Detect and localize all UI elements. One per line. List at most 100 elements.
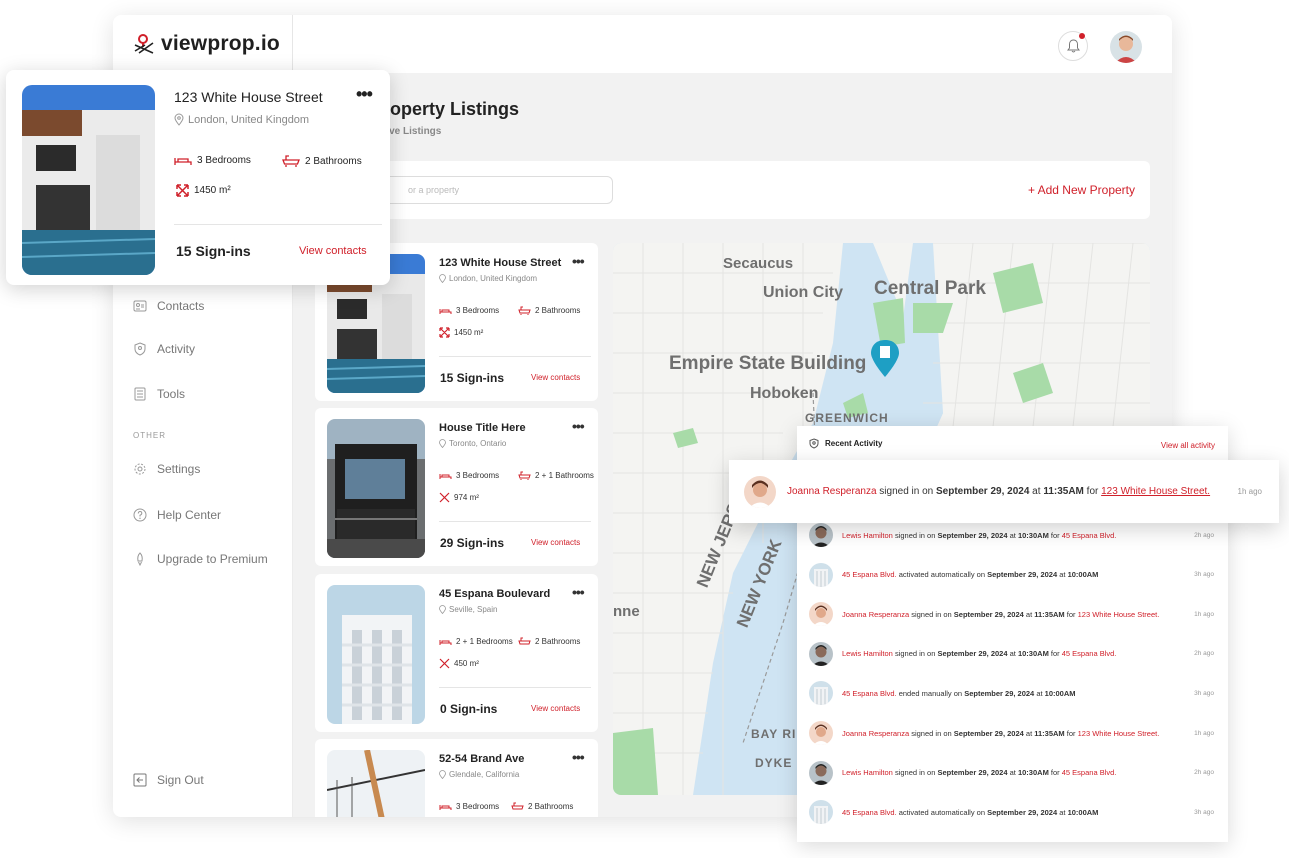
activity-row[interactable]: Lewis Hamilton signed in on September 29… [809,640,1214,668]
activity-lead-link[interactable]: Lewis Hamilton [842,531,893,540]
map-label: Central Park [874,278,986,299]
activity-row[interactable]: Joanna Resperanza signed in on September… [809,719,1214,747]
bathtub-icon [518,637,531,645]
map-label: Hoboken [750,385,819,402]
property-link[interactable]: 45 Espana Blvd. [1062,768,1117,777]
divider [439,356,591,357]
activity-lead-link[interactable]: 45 Espana Blvd. [842,808,897,817]
divider [439,521,591,522]
activity-lead-link[interactable]: Lewis Hamilton [842,649,893,658]
activity-row[interactable]: Joanna Resperanza signed in on September… [809,600,1214,628]
user-link[interactable]: Joanna Resperanza [787,486,877,497]
activity-lead-link[interactable]: Joanna Resperanza [842,729,909,738]
listing-title: House Title Here [439,422,526,434]
sidebar-item-label: Help Center [157,508,222,522]
activity-row[interactable]: 45 Espana Blvd. activated automatically … [809,561,1214,589]
bedrooms: 3 Bedrooms [439,802,499,811]
sidebar-item-upgrade[interactable]: Upgrade to Premium [133,552,268,566]
bathrooms: 2 Bathrooms [511,802,573,811]
more-options-icon[interactable]: ••• [572,253,585,269]
area: 974 m² [439,492,479,503]
logo[interactable]: viewprop.io [113,15,293,73]
property-link[interactable]: 123 White House Street. [1078,610,1160,619]
location-pin-icon [439,439,446,448]
more-options-icon[interactable]: ••• [356,84,373,105]
map-label: Empire State Building [669,353,867,374]
area-icon [439,327,450,338]
notification-dot [1079,33,1085,39]
sidebar-item-contacts[interactable]: Contacts [133,299,204,313]
location-pin-icon [439,605,446,614]
location-pin-icon [174,113,184,126]
map-pin-icon[interactable] [871,340,899,377]
add-property-button[interactable]: + Add New Property [1028,183,1135,197]
bathrooms: 2 Bathrooms [282,155,362,167]
view-contacts-link[interactable]: View contacts [531,373,580,382]
area-icon [439,492,450,503]
property-link[interactable]: 123 White House Street. [1078,729,1160,738]
listing-card[interactable]: 52-54 Brand Ave ••• Glendale, California… [315,739,598,817]
area-icon [176,184,189,197]
rocket-icon [137,552,143,566]
bathtub-icon [518,471,531,480]
bathtub-icon [282,155,300,167]
featured-property-card[interactable]: 123 White House Street ••• London, Unite… [6,70,390,285]
sidebar-item-activity[interactable]: Activity [133,342,195,356]
activity-row[interactable]: 45 Espana Blvd. activated automatically … [809,798,1214,826]
view-contacts-link[interactable]: View contacts [531,538,580,547]
shield-icon [809,438,819,449]
listing-location: Toronto, Ontario [439,439,506,448]
activity-row[interactable]: Lewis Hamilton signed in on September 29… [809,521,1214,549]
area: 1450 m² [439,327,483,338]
listing-card[interactable]: House Title Here ••• Toronto, Ontario 3 … [315,408,598,566]
bathrooms: 2 + 1 Bathrooms [518,471,594,480]
more-options-icon[interactable]: ••• [572,749,585,765]
activity-lead-link[interactable]: Lewis Hamilton [842,768,893,777]
toolbar: or a property + Add New Property [315,161,1150,219]
featured-title: 123 White House Street [174,89,323,105]
avatar [809,523,833,547]
listing-location: Glendale, California [439,770,519,779]
sign-out-icon [133,773,147,787]
view-contacts-link[interactable]: View contacts [299,245,367,257]
view-all-activity-link[interactable]: View all activity [1161,441,1215,450]
search-input[interactable]: or a property [355,176,613,204]
map-label: GREENWICH [805,411,889,425]
user-avatar[interactable] [1110,31,1142,63]
sidebar-item-label: Settings [157,462,201,476]
sidebar-item-help-center[interactable]: Help Center [133,508,221,522]
bedrooms: 3 Bedrooms [439,306,499,315]
activity-lead-link[interactable]: 45 Espana Blvd. [842,570,897,579]
more-options-icon[interactable]: ••• [572,418,585,434]
signins-count: 15 Sign-ins [440,371,505,385]
more-options-icon[interactable]: ••• [572,584,585,600]
property-link[interactable]: 45 Espana Blvd. [1062,531,1117,540]
activity-text: Joanna Resperanza signed in on September… [842,609,1160,619]
sidebar-item-settings[interactable]: Settings [133,462,200,476]
sign-out-label: Sign Out [157,773,204,787]
activity-text: Joanna Resperanza signed in on September… [842,728,1160,738]
avatar [809,681,833,706]
area: 1450 m² [176,184,231,197]
bed-icon [439,473,452,479]
avatar [809,721,833,745]
property-photo [327,585,425,724]
activity-row[interactable]: Lewis Hamilton signed in on September 29… [809,759,1214,787]
activity-text: Joanna Resperanza signed in on September… [787,486,1211,497]
property-link[interactable]: 123 White House Street. [1101,486,1210,497]
avatar [809,602,833,627]
activity-lead-link[interactable]: 45 Espana Blvd. [842,689,897,698]
sidebar-item-tools[interactable]: Tools [133,387,185,401]
signins-count: 29 Sign-ins [440,536,505,550]
page-title: roperty Listings [383,99,520,119]
activity-text: Lewis Hamilton signed in on September 29… [842,768,1117,778]
sign-out-button[interactable]: Sign Out [133,773,204,787]
area: 450 m² [439,658,479,669]
highlighted-activity-row[interactable]: Joanna Resperanza signed in on September… [729,460,1279,523]
view-contacts-link[interactable]: View contacts [531,704,580,713]
activity-row[interactable]: 45 Espana Blvd. ended manually on Septem… [809,679,1214,707]
property-link[interactable]: 45 Espana Blvd. [1062,649,1117,658]
activity-lead-link[interactable]: Joanna Resperanza [842,610,909,619]
notifications-button[interactable] [1058,31,1088,61]
listing-card[interactable]: 45 Espana Boulevard ••• Seville, Spain 2… [315,574,598,732]
